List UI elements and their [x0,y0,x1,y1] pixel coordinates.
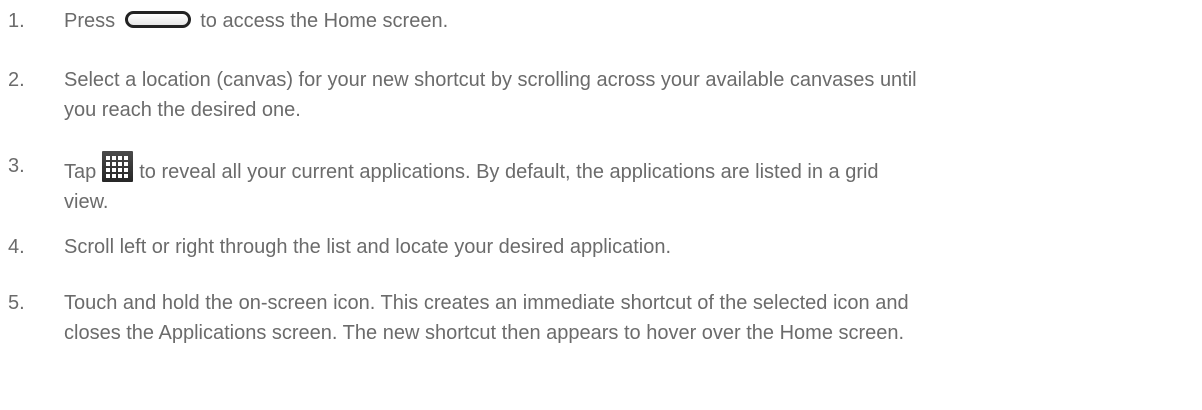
instruction-list: 1. Press to access the Home screen. 2. S… [0,0,1202,410]
step-text: Press to access the Home screen. [64,6,1193,36]
step-text: Scroll left or right through the list an… [64,236,672,258]
step-3: 3. Tap to reveal all your current applic… [8,151,1193,217]
step-4: 4. Scroll left or right through the list… [8,232,1193,262]
step-text-after-icon: to reveal all your current applications.… [139,161,879,183]
step-text-line-2: you reach the desired one. [64,99,301,121]
step-2: 2. Select a location (canvas) for your n… [8,65,1193,125]
step-number: 3. [8,155,25,177]
step-text-line-1: Touch and hold the on-screen icon. This … [64,292,909,314]
step-text-before-icon: Press [64,10,116,32]
step-text-line-2: view. [64,191,109,213]
step-text-line-2: closes the Applications screen. The new … [64,322,905,344]
step-5: 5. Touch and hold the on-screen icon. Th… [8,288,1193,348]
step-1: 1. Press to access the Home screen. [8,6,1193,36]
step-text-after-icon: to access the Home screen. [200,10,449,32]
step-number: 5. [8,292,25,314]
step-text-line-1: Select a location (canvas) for your new … [64,69,917,91]
step-number: 4. [8,236,25,258]
home-button-icon [124,11,191,28]
step-number: 1. [8,10,25,32]
step-text: Select a location (canvas) for your new … [64,65,1193,125]
step-text: Tap to reveal all your current applicati… [64,151,1193,217]
step-number: 2. [8,69,25,91]
apps-grid-icon [102,151,134,182]
step-text: Touch and hold the on-screen icon. This … [64,288,1193,348]
step-text-before-icon: Tap [64,161,97,183]
